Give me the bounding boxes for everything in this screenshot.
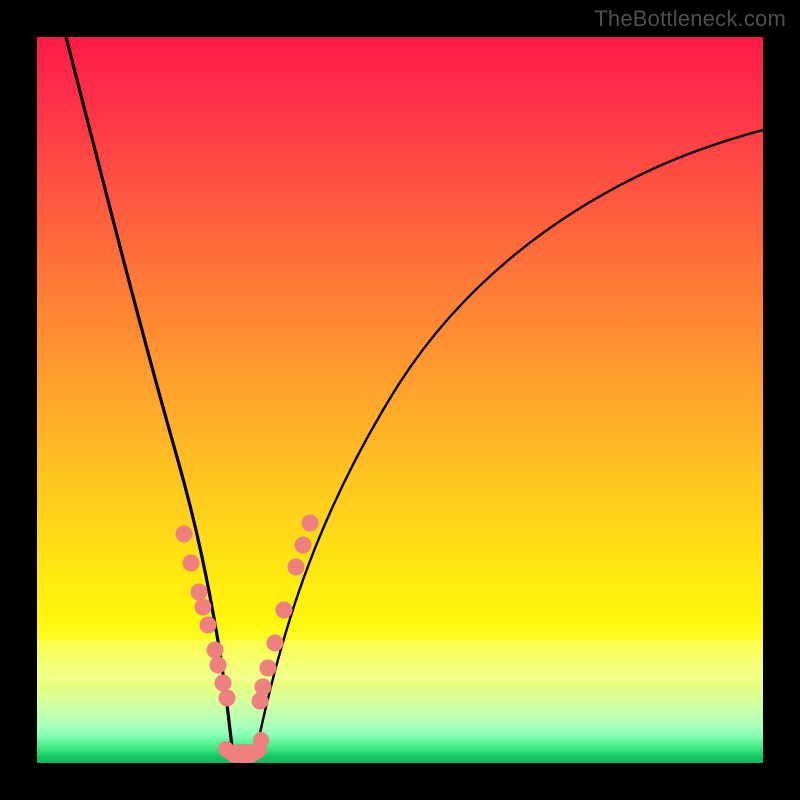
curve-right-branch	[257, 130, 763, 747]
right-branch-markers	[252, 515, 319, 710]
curve-left-branch	[66, 37, 232, 747]
chart-frame: TheBottleneck.com	[0, 0, 800, 800]
bottleneck-curve	[37, 37, 763, 763]
watermark-text: TheBottleneck.com	[594, 6, 786, 32]
left-branch-markers	[176, 526, 236, 707]
plot-area	[37, 37, 763, 763]
valley-marker-cluster	[218, 732, 269, 763]
